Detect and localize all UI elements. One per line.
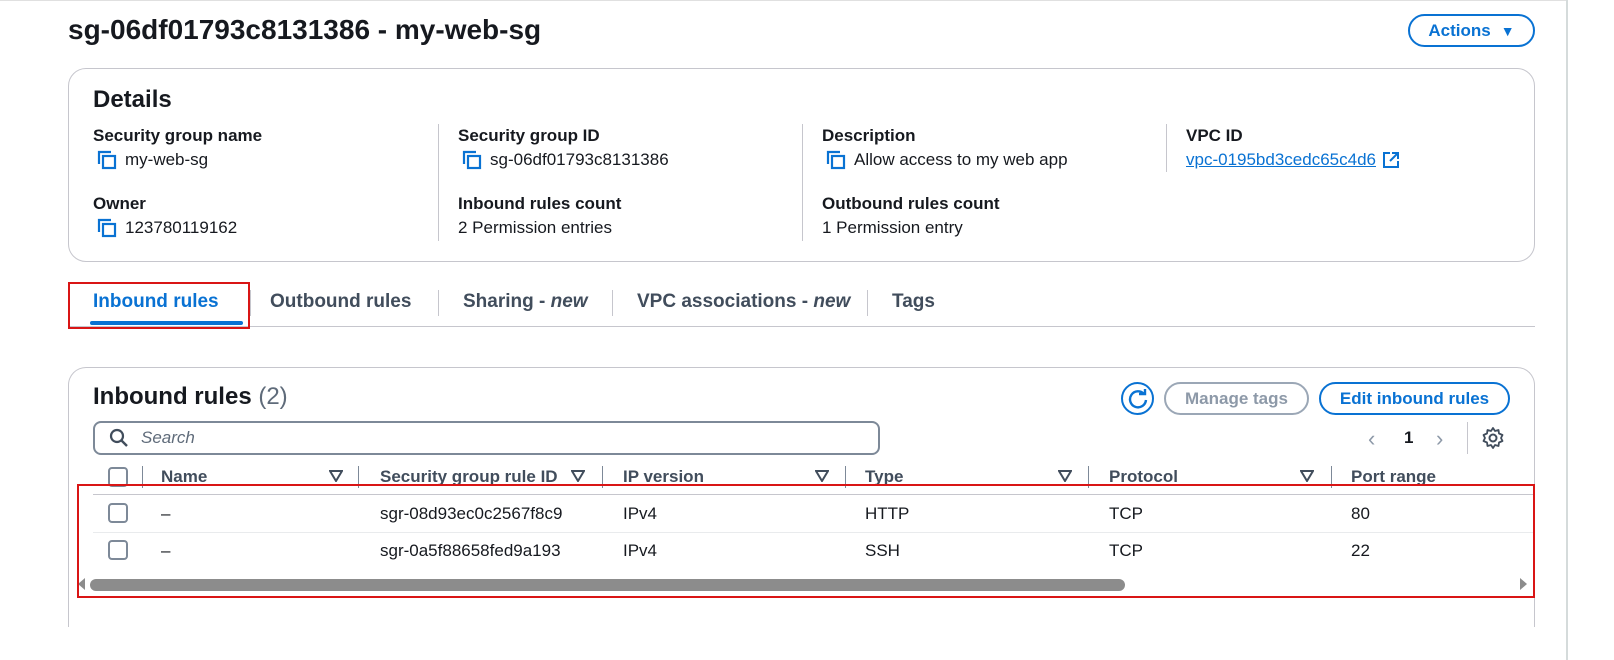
sort-icon[interactable] [1058, 470, 1072, 482]
sg-id-label: Security group ID [458, 126, 600, 145]
chevron-left-icon[interactable]: ‹ [1368, 426, 1375, 452]
owner-label: Owner [93, 194, 146, 213]
sg-id-text: sg-06df01793c8131386 [490, 150, 669, 169]
details-title: Details [93, 86, 172, 113]
outbound-count-value: 1 Permission entry [822, 218, 963, 237]
tab-separator [438, 290, 439, 316]
chevron-right-icon[interactable]: › [1436, 426, 1443, 452]
vpc-id-link[interactable]: vpc-0195bd3cedc65c4d6 [1186, 150, 1400, 170]
details-divider [1166, 124, 1167, 172]
owner-text: 123780119162 [125, 218, 238, 237]
copy-icon[interactable] [97, 218, 117, 238]
description-text: Allow access to my web app [854, 150, 1068, 169]
sort-icon[interactable] [571, 470, 585, 482]
tab-sharing-label: Sharing - [463, 291, 551, 312]
tab-separator [612, 290, 613, 316]
details-divider [438, 124, 439, 241]
top-border [0, 0, 1568, 3]
outbound-count-label: Outbound rules count [822, 194, 1000, 213]
caret-down-icon: ▼ [1500, 22, 1515, 39]
manage-tags-button[interactable]: Manage tags [1164, 382, 1309, 415]
refresh-icon [1128, 388, 1147, 409]
copy-icon[interactable] [97, 150, 117, 170]
search-icon [109, 428, 128, 447]
tab-vpc-associations[interactable]: VPC associations - new [637, 291, 850, 313]
copy-icon[interactable] [826, 150, 846, 170]
current-page-number[interactable]: 1 [1404, 428, 1413, 448]
tab-separator [867, 290, 868, 316]
details-divider [802, 124, 803, 241]
owner-value: 123780119162 [97, 218, 237, 238]
description-label: Description [822, 126, 916, 145]
page-title: sg-06df01793c8131386 - my-web-sg [68, 14, 542, 45]
vpc-id-text[interactable]: vpc-0195bd3cedc65c4d6 [1186, 150, 1376, 170]
tab-outbound-rules[interactable]: Outbound rules [270, 291, 411, 313]
tabs-baseline [68, 326, 1535, 327]
tab-inbound-rules[interactable]: Inbound rules [93, 291, 219, 313]
tab-sharing-new: new [550, 291, 588, 312]
refresh-button[interactable] [1121, 382, 1154, 415]
inbound-count-value: 2 Permission entries [458, 218, 613, 237]
inbound-rules-count: (2) [258, 383, 288, 410]
sg-name-label: Security group name [93, 126, 263, 145]
tab-vpc-label: VPC associations - [637, 291, 814, 312]
sort-icon[interactable] [329, 470, 343, 482]
inbound-count-label: Inbound rules count [458, 194, 622, 213]
rows-highlight-box [77, 484, 1535, 598]
external-link-icon [1382, 152, 1399, 168]
description-value: Allow access to my web app [826, 150, 1068, 170]
tab-tags[interactable]: Tags [892, 291, 935, 313]
sg-id-value: sg-06df01793c8131386 [462, 150, 669, 170]
edit-inbound-rules-button[interactable]: Edit inbound rules [1319, 382, 1510, 415]
active-tab-indicator [90, 321, 243, 325]
vpc-id-label: VPC ID [1186, 126, 1243, 145]
tab-vpc-new: new [813, 291, 851, 312]
sg-name-value: my-web-sg [97, 150, 208, 170]
right-edge-divider [1566, 0, 1568, 660]
copy-icon[interactable] [462, 150, 482, 170]
tab-separator [250, 290, 251, 316]
sort-icon[interactable] [815, 470, 829, 482]
pager-separator [1467, 422, 1468, 454]
sort-icon[interactable] [1300, 470, 1314, 482]
inbound-rules-title: Inbound rules (2) [93, 383, 288, 411]
actions-button[interactable]: Actions ▼ [1408, 14, 1535, 47]
search-box[interactable] [93, 421, 880, 455]
settings-gear-icon[interactable] [1481, 426, 1505, 450]
search-input[interactable] [139, 427, 859, 449]
actions-label: Actions [1428, 20, 1491, 40]
tab-sharing[interactable]: Sharing - new [463, 291, 588, 313]
sg-name-text: my-web-sg [125, 150, 209, 169]
inbound-rules-heading: Inbound rules [93, 383, 252, 410]
